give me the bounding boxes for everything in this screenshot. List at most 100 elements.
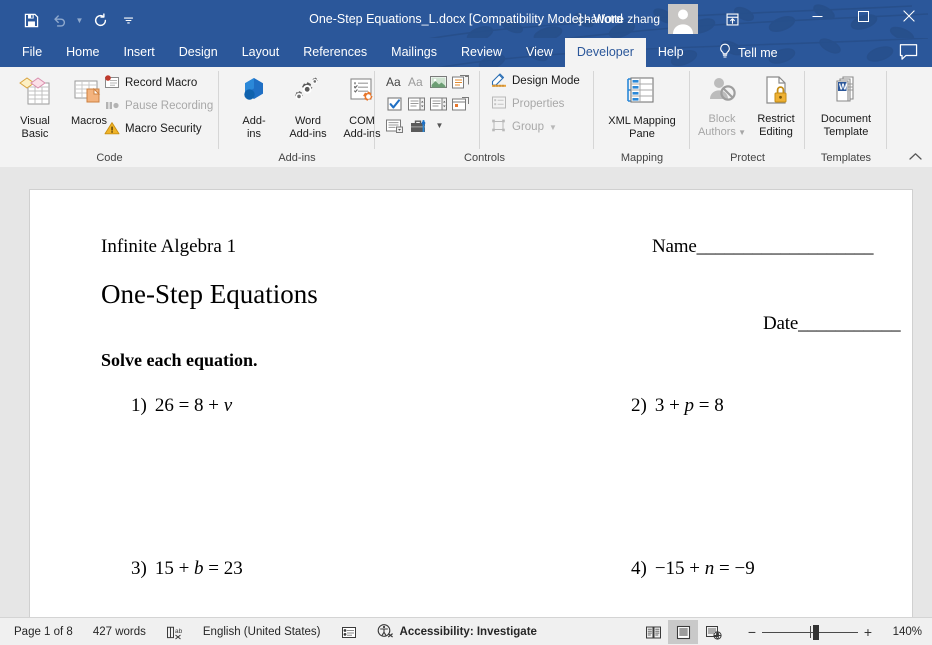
close-icon[interactable]: [886, 0, 932, 32]
print-layout-button[interactable]: [668, 620, 698, 644]
word-count-status[interactable]: 427 words: [91, 622, 148, 642]
restrict-editing-label: Restrict Editing: [757, 113, 795, 138]
customize-quick-access-toolbar-icon[interactable]: [115, 9, 141, 31]
lightbulb-icon: [718, 43, 732, 62]
pause-recording-button: Pause Recording: [100, 96, 217, 116]
problem-3-lhs: 15 +: [154, 558, 195, 579]
problem-2: 2) 3 + p = 8: [631, 395, 724, 417]
xml-mapping-pane-button[interactable]: XML Mapping Pane: [598, 71, 686, 149]
building-block-gallery-content-control-icon[interactable]: [450, 71, 471, 92]
zoom-slider-thumb[interactable]: [813, 625, 819, 640]
document-page[interactable]: Infinite Algebra 1 Name_________________…: [30, 190, 912, 617]
restore-icon[interactable]: [840, 0, 886, 32]
tab-design[interactable]: Design: [167, 38, 230, 67]
status-bar-right: − + 140%: [638, 618, 922, 645]
tab-help[interactable]: Help: [646, 38, 696, 67]
ribbon-tabs: File Home Insert Design Layout Reference…: [0, 38, 932, 67]
group-label-mapping: Mapping: [620, 152, 664, 164]
collapse-ribbon-icon[interactable]: [904, 146, 926, 166]
svg-text:Aa: Aa: [408, 75, 423, 89]
redo-icon[interactable]: [87, 9, 113, 31]
group-label-code: Code: [96, 152, 123, 164]
tab-review[interactable]: Review: [449, 38, 514, 67]
undo-icon[interactable]: [46, 9, 72, 31]
title-bar: ▼ One-Step Equations_L.docx [Compatibili…: [0, 0, 932, 38]
status-bar-left: Page 1 of 8 427 words ab English (United…: [12, 618, 539, 645]
block-authors-icon: [705, 75, 739, 110]
tab-insert[interactable]: Insert: [112, 38, 167, 67]
tab-view[interactable]: View: [514, 38, 565, 67]
read-mode-button[interactable]: [638, 620, 668, 644]
account-name: charlotte zhang: [577, 12, 660, 26]
zoom-in-button[interactable]: +: [858, 621, 878, 643]
zoom-level[interactable]: 140%: [888, 626, 922, 638]
document-canvas[interactable]: Infinite Algebra 1 Name_________________…: [0, 167, 932, 617]
rich-text-content-control-icon[interactable]: Aa: [384, 71, 405, 92]
language-status[interactable]: English (United States): [201, 622, 323, 642]
block-authors-dropdown-icon: ▼: [735, 127, 747, 137]
document-template-button[interactable]: W Document Template: [805, 71, 887, 149]
comment-icon[interactable]: [899, 43, 918, 67]
group-button: Group ▼: [487, 117, 584, 137]
group-icon: [491, 118, 507, 136]
zoom-out-button[interactable]: −: [742, 621, 762, 643]
spelling-and-grammar-check-icon[interactable]: ab: [164, 622, 185, 642]
add-ins-label: Add-ins: [242, 115, 266, 140]
macro-security-button[interactable]: Macro Security: [100, 119, 217, 139]
visual-basic-button[interactable]: Visual Basic: [8, 71, 62, 149]
problem-4-variable: n: [704, 558, 715, 579]
design-mode-button[interactable]: Design Mode: [487, 71, 584, 91]
undo-dropdown-icon[interactable]: ▼: [74, 9, 85, 31]
save-icon[interactable]: [18, 9, 44, 31]
tab-references[interactable]: References: [291, 38, 379, 67]
legacy-tools-dropdown-icon[interactable]: ▼: [433, 121, 446, 130]
accessibility-status[interactable]: Accessibility: Investigate: [375, 622, 539, 642]
avatar[interactable]: [668, 4, 698, 34]
combo-box-content-control-icon[interactable]: [406, 93, 427, 114]
properties-button: Properties: [487, 94, 584, 114]
window-controls: [794, 0, 932, 32]
document-content[interactable]: Infinite Algebra 1 Name_________________…: [30, 190, 912, 617]
drop-down-list-content-control-icon[interactable]: [428, 93, 449, 114]
tab-file[interactable]: File: [10, 38, 54, 67]
record-macro-button[interactable]: Record Macro: [100, 73, 217, 93]
add-ins-button[interactable]: Add-ins: [227, 71, 281, 149]
design-mode-icon: [491, 72, 507, 90]
ribbon-group-mapping: XML Mapping Pane Mapping: [594, 67, 690, 166]
macro-recording-icon[interactable]: [339, 622, 359, 642]
problem-1-lhs: 26 = 8 +: [154, 395, 224, 416]
ribbon-display-options-icon[interactable]: [712, 7, 752, 32]
group-label-add-ins: Add-ins: [278, 152, 316, 164]
tell-me-search[interactable]: Tell me: [718, 38, 778, 67]
problem-2-number: 2): [631, 395, 647, 416]
tab-home[interactable]: Home: [54, 38, 111, 67]
block-authors-button: Block Authors ▼: [695, 71, 749, 149]
word-add-ins-button[interactable]: Word Add-ins: [281, 71, 335, 149]
restrict-editing-button[interactable]: Restrict Editing: [749, 71, 803, 149]
account-area[interactable]: charlotte zhang: [578, 0, 698, 38]
worksheet-title: One-Step Equations: [101, 279, 318, 309]
problem-3-rhs: = 23: [203, 558, 243, 579]
check-box-content-control-icon[interactable]: [384, 93, 405, 114]
plain-text-content-control-icon[interactable]: Aa: [406, 71, 427, 92]
page-number-status[interactable]: Page 1 of 8: [12, 622, 75, 642]
tab-developer[interactable]: Developer: [564, 38, 646, 67]
worksheet-source-label: Infinite Algebra 1: [101, 236, 237, 257]
repeating-section-content-control-icon[interactable]: [384, 115, 405, 136]
restrict-editing-icon: [759, 75, 793, 110]
picture-content-control-icon[interactable]: [428, 71, 449, 92]
name-field: Name___________________: [652, 236, 874, 257]
web-layout-button[interactable]: [698, 620, 728, 644]
legacy-tools-icon[interactable]: [406, 115, 432, 136]
macro-security-icon: [104, 121, 120, 138]
zoom-slider[interactable]: [762, 621, 858, 643]
xml-mapping-pane-label: XML Mapping Pane: [608, 115, 676, 140]
zoom-control: − + 140%: [742, 621, 922, 643]
minimize-icon[interactable]: [794, 0, 840, 32]
problem-2-lhs: 3 +: [654, 395, 685, 416]
pause-recording-icon: [104, 98, 120, 115]
tab-mailings[interactable]: Mailings: [379, 38, 449, 67]
date-picker-content-control-icon[interactable]: [450, 93, 471, 114]
tab-layout[interactable]: Layout: [230, 38, 292, 67]
word-window: ▼ One-Step Equations_L.docx [Compatibili…: [0, 0, 932, 645]
